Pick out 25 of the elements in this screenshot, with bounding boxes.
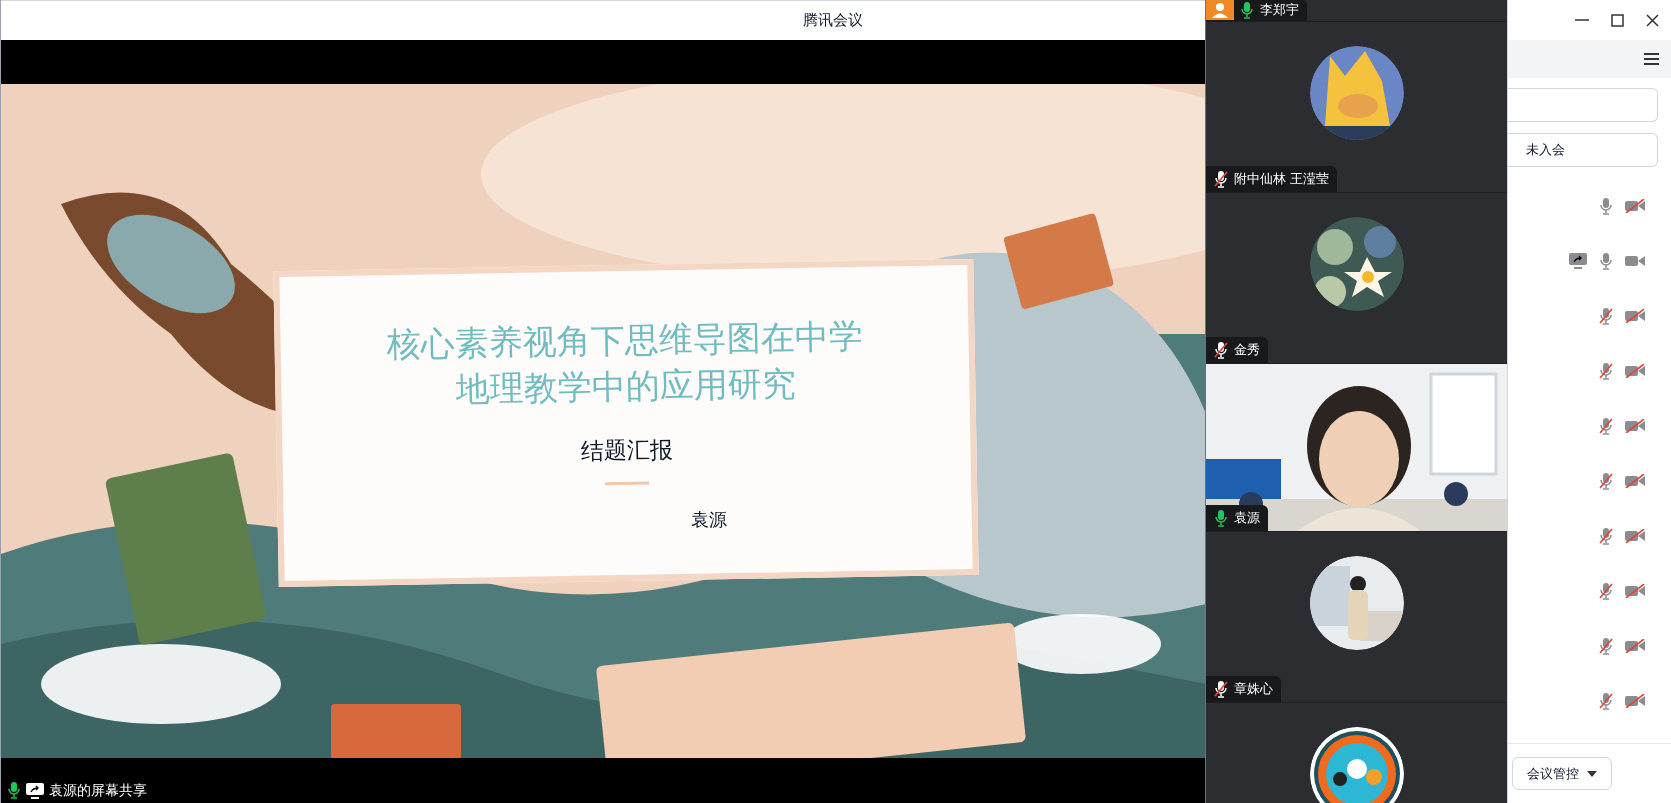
meeting-control-button[interactable]: 会议管控 [1512,757,1612,790]
camera-off-icon[interactable] [1625,528,1645,543]
camera-icon[interactable] [1625,253,1645,268]
participant-name: 附中仙林 王滢莹 [1234,170,1329,189]
camera-off-icon[interactable] [1625,583,1645,598]
camera-off-icon[interactable] [1625,473,1645,488]
filter-field[interactable]: 未入会 [1508,133,1658,167]
participant-name: 章姝心 [1234,680,1273,699]
participant-name: 袁源 [1234,509,1260,528]
camera-off-icon[interactable] [1625,363,1645,378]
screen-share-icon [26,783,44,799]
caret-icon [1587,770,1597,777]
participant-name: 李郑宇 [1260,1,1299,20]
window-title: 腾讯会议 [803,10,863,31]
menu-icon[interactable] [1644,52,1659,66]
camera-off-icon[interactable] [1625,638,1645,653]
camera-off-icon[interactable] [1625,693,1645,708]
camera-off-icon[interactable] [1625,198,1645,213]
camera-off-icon[interactable] [1625,308,1645,323]
maximize-icon[interactable] [1611,13,1624,27]
camera-off-icon[interactable] [1625,418,1645,433]
share-label: 袁源的屏幕共享 [49,781,147,799]
search-field[interactable] [1508,88,1658,122]
participant-name: 金秀 [1234,341,1260,360]
close-icon[interactable] [1646,13,1659,27]
